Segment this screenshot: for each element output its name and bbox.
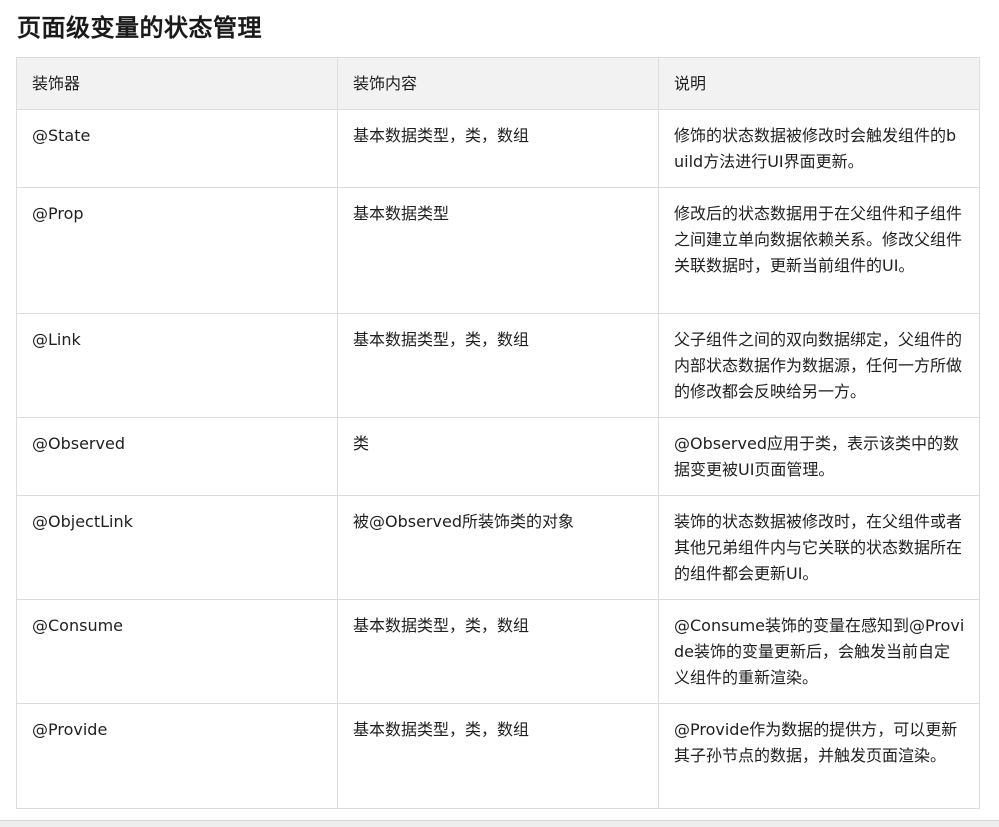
cell-decorator: @ObjectLink [16, 495, 338, 600]
cell-decorator: @State [16, 109, 338, 188]
table-header-row: 装饰器 装饰内容 说明 [16, 57, 980, 110]
cell-description: 修改后的状态数据用于在父组件和子组件之间建立单向数据依赖关系。修改父组件关联数据… [658, 187, 980, 314]
table-row: @Consume 基本数据类型，类，数组 @Consume装饰的变量在感知到@P… [16, 599, 980, 704]
decorator-table-container: 装饰器 装饰内容 说明 @State 基本数据类型，类，数组 修饰的状态数据被修… [16, 57, 980, 809]
cell-description: 父子组件之间的双向数据绑定，父组件的内部状态数据作为数据源，任何一方所做的修改都… [658, 313, 980, 418]
cell-content: 基本数据类型，类，数组 [337, 703, 659, 809]
table-row: @Provide 基本数据类型，类，数组 @Provide作为数据的提供方，可以… [16, 703, 980, 809]
cell-decorator: @Consume [16, 599, 338, 704]
cell-description: 修饰的状态数据被修改时会触发组件的build方法进行UI界面更新。 [658, 109, 980, 188]
decorator-table: 装饰器 装饰内容 说明 @State 基本数据类型，类，数组 修饰的状态数据被修… [16, 57, 980, 809]
cell-decorator: @Link [16, 313, 338, 418]
table-row: @Prop 基本数据类型 修改后的状态数据用于在父组件和子组件之间建立单向数据依… [16, 187, 980, 314]
cell-content: 基本数据类型，类，数组 [337, 313, 659, 418]
table-row: @State 基本数据类型，类，数组 修饰的状态数据被修改时会触发组件的buil… [16, 109, 980, 188]
cell-content: 类 [337, 417, 659, 496]
cell-content: 基本数据类型 [337, 187, 659, 314]
cell-decorator: @Prop [16, 187, 338, 314]
header-decorator: 装饰器 [16, 57, 338, 110]
cell-description: 装饰的状态数据被修改时，在父组件或者其他兄弟组件内与它关联的状态数据所在的组件都… [658, 495, 980, 600]
cell-description: @Provide作为数据的提供方，可以更新其子孙节点的数据，并触发页面渲染。 [658, 703, 980, 809]
cell-content: 基本数据类型，类，数组 [337, 109, 659, 188]
cell-content: 基本数据类型，类，数组 [337, 599, 659, 704]
cell-content: 被@Observed所装饰类的对象 [337, 495, 659, 600]
cell-decorator: @Provide [16, 703, 338, 809]
page-title: 页面级变量的状态管理 [17, 14, 262, 42]
header-description: 说明 [658, 57, 980, 110]
table-row: @Link 基本数据类型，类，数组 父子组件之间的双向数据绑定，父组件的内部状态… [16, 313, 980, 418]
cell-description: @Consume装饰的变量在感知到@Provide装饰的变量更新后，会触发当前自… [658, 599, 980, 704]
table-row: @Observed 类 @Observed应用于类，表示该类中的数据变更被UI页… [16, 417, 980, 496]
cell-decorator: @Observed [16, 417, 338, 496]
header-content: 装饰内容 [337, 57, 659, 110]
table-row: @ObjectLink 被@Observed所装饰类的对象 装饰的状态数据被修改… [16, 495, 980, 600]
cell-description: @Observed应用于类，表示该类中的数据变更被UI页面管理。 [658, 417, 980, 496]
